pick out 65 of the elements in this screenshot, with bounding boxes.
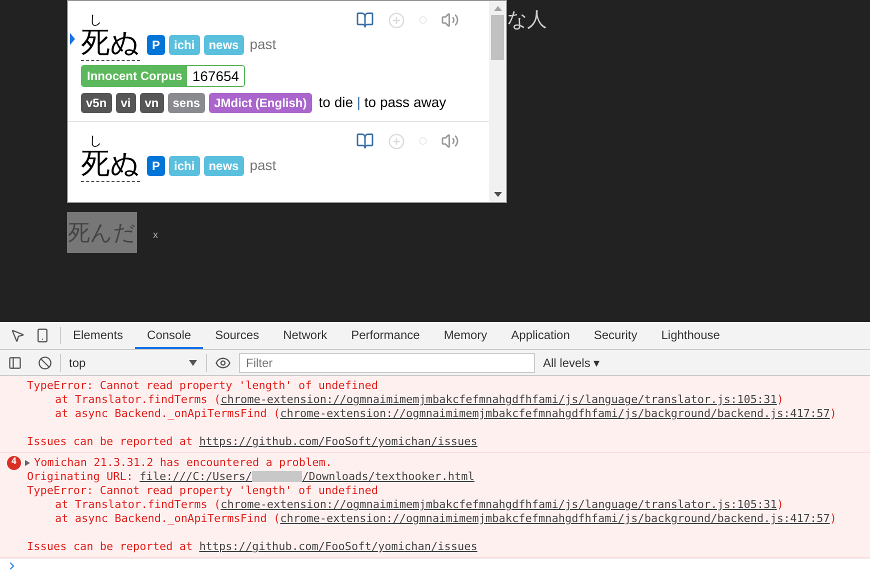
frequency-dictionary: Innocent Corpus bbox=[82, 66, 188, 86]
console-line: at async Backend._onApiTermsFind (chrome-extension://ogmnaimimemjmbakcfefmnahgdfhfami/js/background/backend.js:417:57) bbox=[54, 407, 838, 421]
reading: し bbox=[88, 13, 102, 26]
inflection-text: past bbox=[250, 156, 276, 175]
console-line: at async Backend._onApiTermsFind (chrome-extension://ogmnaimimemjmbakcfefmnahgdfhfami/js/background/backend.js:417:57) bbox=[54, 512, 838, 526]
console-line: at Translator.findTerms (chrome-extension://ogmnaimimemjmbakcfefmnahgdfhfami/js/language/translator.js:105:31) bbox=[54, 393, 784, 407]
redacted-block bbox=[252, 471, 302, 482]
tag: P bbox=[147, 156, 166, 176]
expression: 死ぬ bbox=[81, 26, 140, 61]
speaker-icon[interactable] bbox=[441, 132, 459, 150]
devtools-tab[interactable]: Security bbox=[582, 322, 650, 349]
book-icon[interactable] bbox=[356, 11, 374, 29]
tag: v5n bbox=[81, 92, 112, 112]
filter-field[interactable]: Filter bbox=[239, 352, 535, 372]
scrollbar[interactable] bbox=[489, 1, 506, 202]
inspect-icon[interactable] bbox=[10, 328, 25, 343]
link[interactable]: chrome-extension://ogmnaimimemjmbakcfefmnahgdfhfami/js/background/backend.js:417:57 bbox=[280, 407, 830, 420]
eye-icon[interactable] bbox=[215, 354, 231, 370]
link[interactable]: /Downloads/texthooker.html bbox=[302, 470, 474, 483]
close-mark[interactable]: x bbox=[153, 228, 158, 243]
devtools-tab[interactable]: Application bbox=[499, 322, 582, 349]
page-text: な人 bbox=[507, 8, 547, 33]
speaker-icon[interactable] bbox=[441, 11, 459, 29]
console-line: Issues can be reported at https://github.com/FooSoft/yomichan/issues bbox=[27, 540, 478, 554]
link[interactable]: chrome-extension://ogmnaimimemjmbakcfefmnahgdfhfami/js/language/translator.js:105:31 bbox=[220, 393, 777, 406]
tag: news bbox=[204, 156, 244, 176]
expand-triangle-icon[interactable] bbox=[25, 460, 30, 466]
levels-dropdown[interactable]: All levels ▾ bbox=[543, 354, 600, 372]
tag: vn bbox=[140, 92, 164, 112]
tag: ichi bbox=[169, 156, 200, 176]
selection-indicator-icon bbox=[70, 33, 75, 45]
context-dropdown[interactable]: top bbox=[60, 354, 203, 372]
tag: P bbox=[147, 34, 166, 54]
book-icon[interactable] bbox=[356, 132, 374, 150]
reading: し bbox=[88, 134, 102, 147]
sidebar-icon[interactable] bbox=[8, 356, 22, 370]
console-line: Issues can be reported at https://github.com/FooSoft/yomichan/issues bbox=[27, 435, 478, 449]
expression: 死ぬ bbox=[81, 147, 140, 182]
link[interactable]: chrome-extension://ogmnaimimemjmbakcfefmnahgdfhfami/js/background/backend.js:417:57 bbox=[280, 512, 830, 525]
error-title: Yomichan 21.3.31.2 has encountered a problem. bbox=[34, 456, 332, 470]
tag: ichi bbox=[169, 34, 200, 54]
clear-icon[interactable] bbox=[38, 356, 52, 370]
console-line: TypeError: Cannot read property 'length' of undefined bbox=[27, 379, 379, 393]
link[interactable]: file:///C:/Users/ bbox=[140, 470, 252, 483]
tag: news bbox=[204, 34, 244, 54]
link[interactable]: https://github.com/FooSoft/yomichan/issues bbox=[199, 540, 478, 553]
devtools-tab[interactable]: Performance bbox=[339, 322, 432, 349]
gloss-text: to die | to pass away bbox=[318, 93, 446, 112]
devtools-tab[interactable]: Network bbox=[271, 322, 340, 349]
device-icon[interactable] bbox=[35, 328, 50, 343]
inflection-text: past bbox=[250, 35, 276, 54]
devtools-tab[interactable]: Elements bbox=[61, 322, 136, 349]
console-line: TypeError: Cannot read property 'length' of undefined bbox=[27, 484, 379, 498]
frequency-value: 167654 bbox=[191, 67, 240, 86]
tag: JMdict (English) bbox=[209, 92, 312, 112]
console-line: at Translator.findTerms (chrome-extension://ogmnaimimemjmbakcfefmnahgdfhfami/js/language/translator.js:105:31) bbox=[54, 498, 784, 512]
tag: sens bbox=[168, 92, 206, 112]
console-line: Originating URL: file:///C:/Users/ /Downloads/texthooker.html bbox=[27, 470, 476, 484]
link[interactable]: chrome-extension://ogmnaimimemjmbakcfefmnahgdfhfami/js/language/translator.js:105:31 bbox=[220, 498, 777, 511]
error-count-badge: 4 bbox=[7, 456, 21, 470]
devtools-tab[interactable]: Sources bbox=[203, 322, 272, 349]
devtools-tab[interactable]: Memory bbox=[432, 322, 500, 349]
link[interactable]: https://github.com/FooSoft/yomichan/issues bbox=[199, 435, 478, 448]
tag: vi bbox=[116, 92, 136, 112]
devtools-tab[interactable]: Lighthouse bbox=[649, 322, 732, 349]
